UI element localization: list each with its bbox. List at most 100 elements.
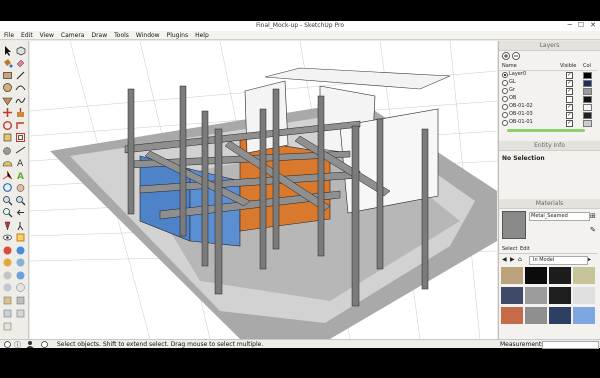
layer-row[interactable]: OB bbox=[499, 95, 597, 103]
position-camera-icon[interactable] bbox=[2, 220, 13, 231]
active-layer-radio[interactable] bbox=[502, 88, 508, 94]
tool-icon-c[interactable] bbox=[2, 295, 13, 306]
fog-icon[interactable] bbox=[15, 257, 26, 268]
menu-plugins[interactable]: Plugins bbox=[167, 31, 189, 39]
layers-scrollbar[interactable] bbox=[499, 128, 597, 132]
line-icon[interactable] bbox=[15, 70, 26, 81]
layer-visible-checkbox[interactable]: ✓ bbox=[566, 72, 573, 79]
tape-measure-icon[interactable] bbox=[2, 145, 13, 156]
material-name-field[interactable]: Metal_Seamed bbox=[529, 212, 590, 221]
sample-paint-icon[interactable]: ✎ bbox=[590, 226, 596, 234]
material-swatch[interactable] bbox=[525, 267, 547, 284]
menu-tools[interactable]: Tools bbox=[114, 31, 129, 39]
material-swatch[interactable] bbox=[549, 307, 571, 324]
help-icon[interactable] bbox=[41, 341, 48, 350]
layer-row[interactable]: Gr ✓ bbox=[499, 87, 597, 95]
tool-icon-e[interactable] bbox=[2, 308, 13, 319]
paint-bucket-icon[interactable] bbox=[2, 57, 13, 68]
library-select[interactable]: In Model bbox=[529, 256, 588, 265]
layer-row[interactable]: Layer0 ✓ bbox=[499, 71, 597, 79]
home-icon[interactable]: ⌂ bbox=[518, 256, 522, 263]
select-arrow-icon[interactable] bbox=[2, 45, 13, 56]
3d-text-icon[interactable]: A bbox=[15, 170, 26, 181]
layer-color-swatch[interactable] bbox=[583, 120, 592, 127]
menu-camera[interactable]: Camera bbox=[61, 31, 85, 39]
credits-icon[interactable]: ⓘ bbox=[14, 340, 21, 350]
layer-color-swatch[interactable] bbox=[583, 96, 592, 103]
layer-row[interactable]: OB-01-03 ✓ bbox=[499, 111, 597, 119]
rotate-icon[interactable] bbox=[2, 120, 13, 131]
scale-icon[interactable] bbox=[2, 132, 13, 143]
component-icon[interactable] bbox=[15, 45, 26, 56]
active-layer-radio[interactable] bbox=[502, 112, 508, 118]
material-swatch[interactable] bbox=[501, 267, 523, 284]
x-ray-icon[interactable] bbox=[2, 270, 13, 281]
move-icon[interactable] bbox=[2, 107, 13, 118]
material-swatch[interactable] bbox=[525, 307, 547, 324]
offset-icon[interactable] bbox=[15, 132, 26, 143]
shadows-icon[interactable] bbox=[2, 257, 13, 268]
material-swatch[interactable] bbox=[501, 307, 523, 324]
user-icon[interactable] bbox=[26, 340, 34, 350]
layer-row[interactable]: GL ✓ bbox=[499, 79, 597, 87]
layer-visible-checkbox[interactable]: ✓ bbox=[566, 120, 573, 127]
maximize-button[interactable]: ☐ bbox=[578, 21, 584, 29]
material-swatch[interactable] bbox=[573, 307, 595, 324]
minimize-button[interactable]: ─ bbox=[568, 21, 572, 29]
layer-row[interactable]: OB-01-02 ✓ bbox=[499, 103, 597, 111]
active-layer-radio[interactable] bbox=[502, 72, 508, 78]
details-icon[interactable]: ▸ bbox=[588, 256, 591, 263]
material-swatch[interactable] bbox=[549, 267, 571, 284]
layer-color-swatch[interactable] bbox=[583, 88, 592, 95]
active-layer-radio[interactable] bbox=[502, 96, 508, 102]
layer-visible-checkbox[interactable]: ✓ bbox=[566, 104, 573, 111]
close-button[interactable]: ✕ bbox=[590, 21, 596, 29]
measurements-field[interactable] bbox=[542, 341, 599, 349]
menu-window[interactable]: Window bbox=[136, 31, 160, 39]
menu-draw[interactable]: Draw bbox=[91, 31, 107, 39]
text-icon[interactable]: A bbox=[15, 157, 26, 168]
material-swatch[interactable] bbox=[525, 287, 547, 304]
photo-textures-icon[interactable] bbox=[15, 245, 26, 256]
arc-icon[interactable] bbox=[15, 82, 26, 93]
menu-view[interactable]: View bbox=[40, 31, 54, 39]
look-around-icon[interactable] bbox=[2, 232, 13, 243]
menu-edit[interactable]: Edit bbox=[21, 31, 33, 39]
material-swatch[interactable] bbox=[501, 287, 523, 304]
layer-color-swatch[interactable] bbox=[583, 104, 592, 111]
material-swatch[interactable] bbox=[549, 287, 571, 304]
section-plane-icon[interactable] bbox=[15, 232, 26, 243]
eraser-icon[interactable] bbox=[15, 57, 26, 68]
pan-icon[interactable] bbox=[15, 182, 26, 193]
menu-help[interactable]: Help bbox=[195, 31, 209, 39]
zoom-window-icon[interactable] bbox=[15, 195, 26, 206]
tab-select[interactable]: Select bbox=[502, 245, 517, 253]
dimension-icon[interactable] bbox=[15, 145, 26, 156]
zoom-icon[interactable] bbox=[2, 195, 13, 206]
zoom-extents-icon[interactable] bbox=[2, 207, 13, 218]
create-material-icon[interactable]: ⊞ bbox=[590, 212, 596, 220]
add-layer-icon[interactable] bbox=[502, 52, 510, 62]
nav-back-icon[interactable]: ◀ bbox=[502, 256, 507, 263]
active-layer-radio[interactable] bbox=[502, 120, 508, 126]
tool-icon-b[interactable] bbox=[15, 282, 26, 293]
nav-forward-icon[interactable]: ▶ bbox=[510, 256, 515, 263]
tab-edit[interactable]: Edit bbox=[520, 245, 530, 253]
styles-icon[interactable] bbox=[15, 270, 26, 281]
orbit-icon[interactable] bbox=[2, 182, 13, 193]
layer-visible-checkbox[interactable]: ✓ bbox=[566, 112, 573, 119]
active-layer-radio[interactable] bbox=[502, 80, 508, 86]
layer-visible-checkbox[interactable]: ✓ bbox=[566, 80, 573, 87]
circle-icon[interactable] bbox=[2, 82, 13, 93]
material-swatch[interactable] bbox=[573, 287, 595, 304]
model-viewport[interactable] bbox=[30, 41, 497, 339]
tool-icon-f[interactable] bbox=[15, 308, 26, 319]
layer-color-swatch[interactable] bbox=[583, 72, 592, 79]
previous-view-icon[interactable] bbox=[15, 207, 26, 218]
rectangle-icon[interactable] bbox=[2, 70, 13, 81]
layer-color-swatch[interactable] bbox=[583, 112, 592, 119]
tool-icon-g[interactable] bbox=[2, 321, 13, 332]
tool-icon-d[interactable] bbox=[15, 295, 26, 306]
layer-visible-checkbox[interactable]: ✓ bbox=[566, 88, 573, 95]
tool-icon-a[interactable] bbox=[2, 282, 13, 293]
